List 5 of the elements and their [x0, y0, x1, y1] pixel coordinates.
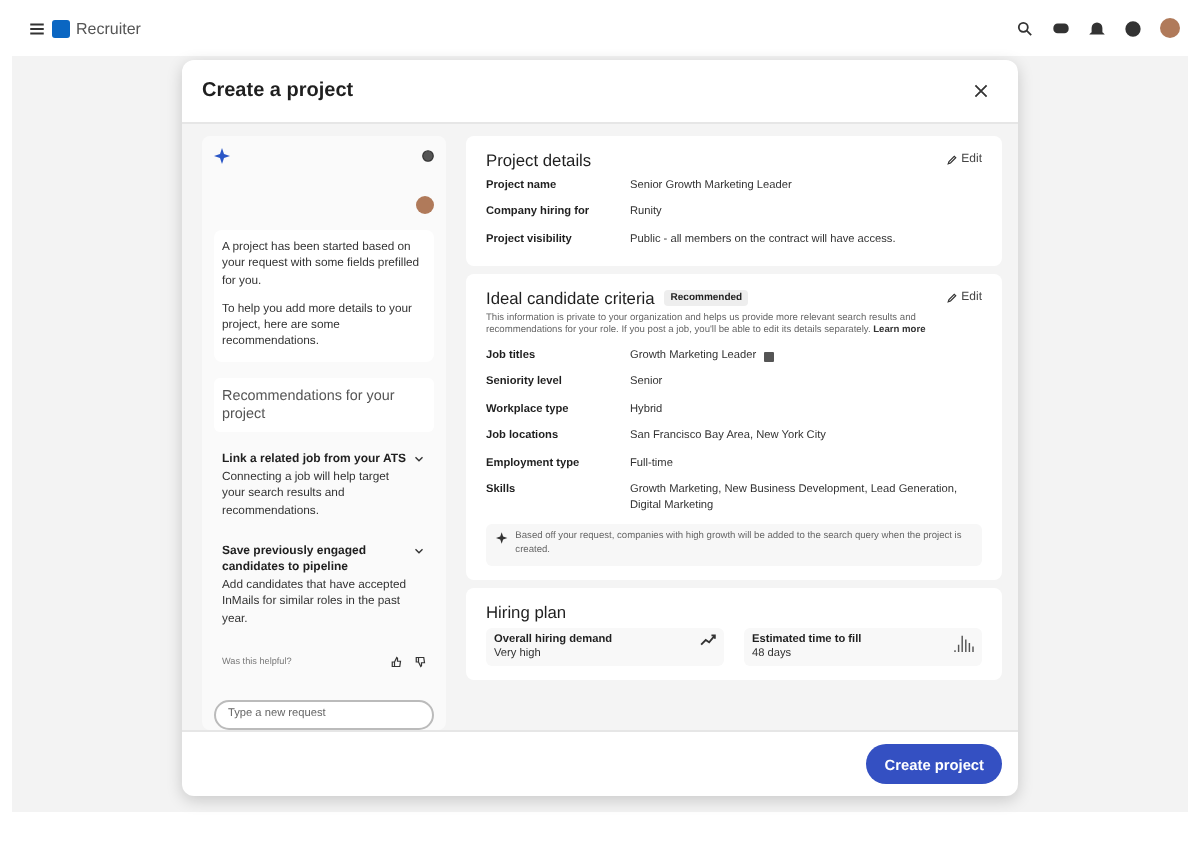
- section-title: Ideal candidate criteria: [486, 287, 655, 308]
- section-title: Project details: [486, 150, 592, 170]
- app-title: Recruiter: [76, 19, 141, 37]
- section-title: Hiring plan: [486, 602, 569, 623]
- dialog-title: Create a project: [202, 80, 354, 102]
